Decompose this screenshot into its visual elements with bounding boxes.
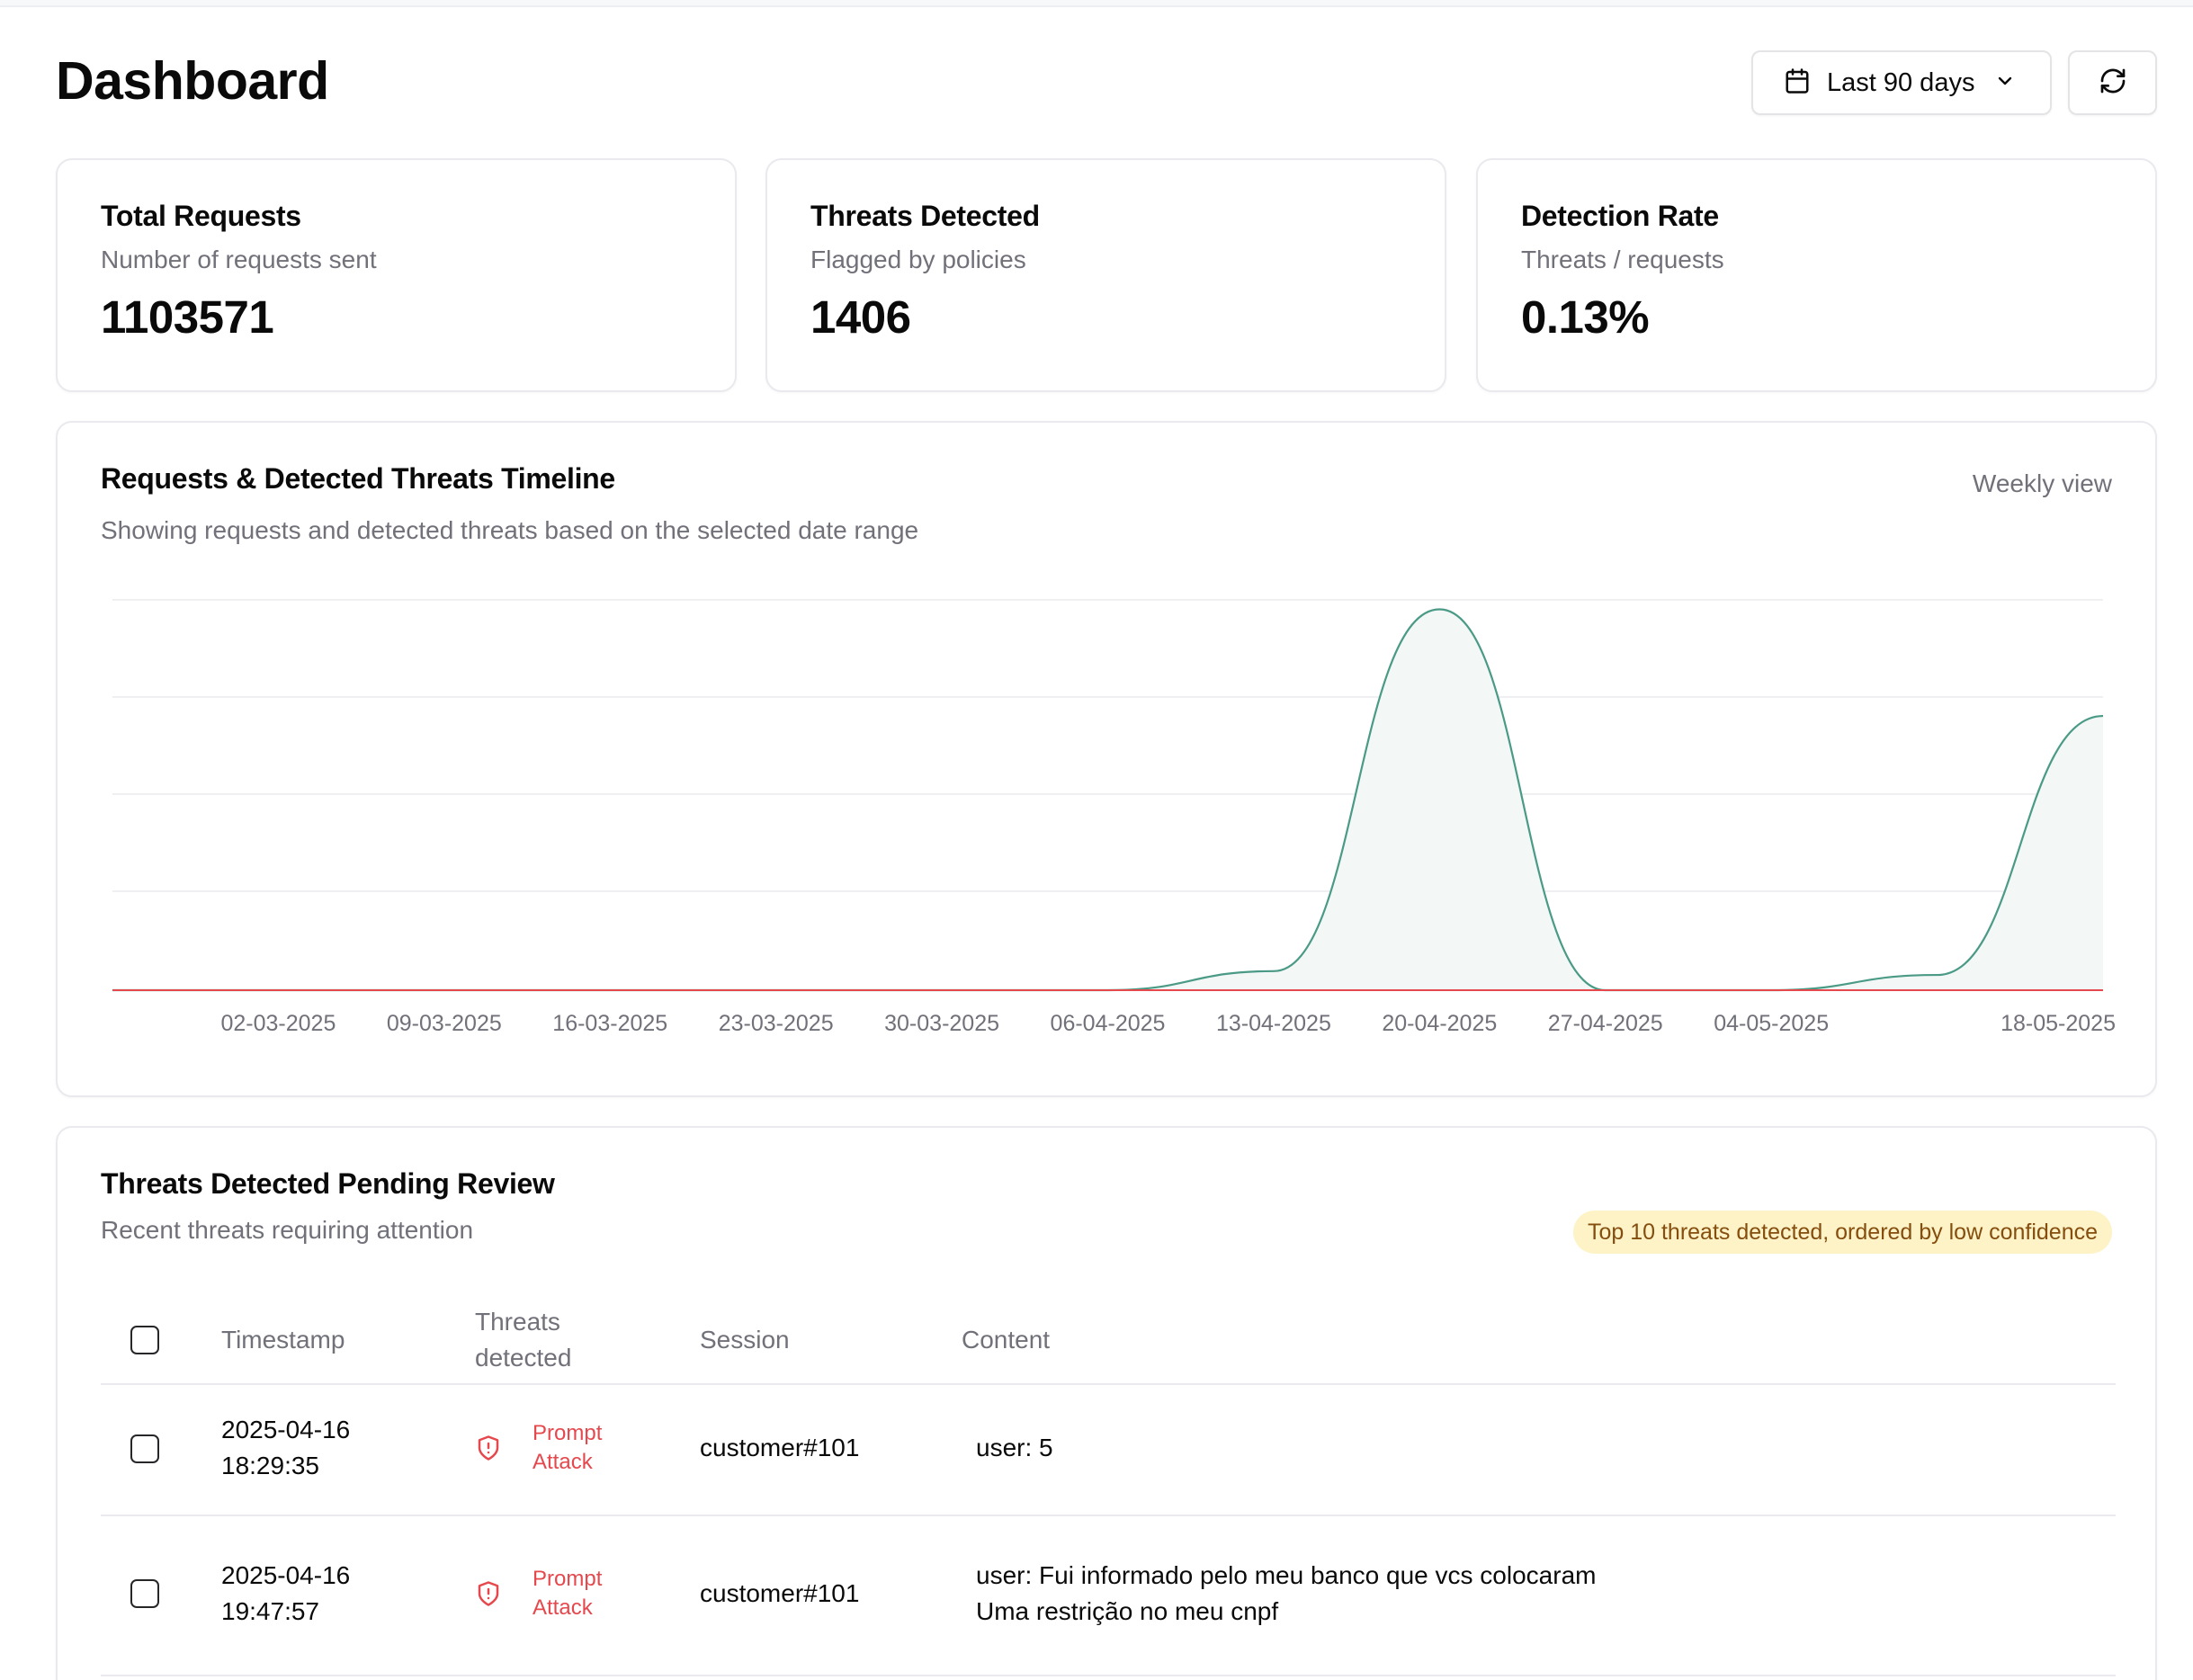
shield-alert-icon bbox=[475, 1434, 502, 1467]
row-session: customer#101 bbox=[700, 1434, 860, 1461]
calendar-icon bbox=[1784, 67, 1811, 100]
row-time: 19:47:57 bbox=[221, 1597, 319, 1625]
row-checkbox[interactable] bbox=[130, 1579, 159, 1608]
row-content-line1: user: 5 bbox=[976, 1434, 1053, 1461]
row-divider bbox=[101, 1675, 2116, 1676]
pending-title: Threats Detected Pending Review bbox=[101, 1167, 555, 1200]
x-tick-label: 27-04-2025 bbox=[1548, 1011, 1663, 1036]
stat-card-total-requests: Total Requests Number of requests sent 1… bbox=[56, 158, 737, 392]
x-tick-label: 18-05-2025 bbox=[2001, 1011, 2116, 1036]
row-date: 2025-04-16 bbox=[221, 1561, 351, 1589]
refresh-button[interactable] bbox=[2068, 50, 2157, 115]
row-threat-label: Prompt Attack bbox=[533, 1419, 602, 1477]
select-all-checkbox[interactable] bbox=[130, 1326, 159, 1354]
column-header-session[interactable]: Session bbox=[700, 1322, 790, 1358]
chevron-down-icon bbox=[1994, 70, 2016, 96]
pending-subtitle: Recent threats requiring attention bbox=[101, 1216, 474, 1244]
row-session: customer#101 bbox=[700, 1579, 860, 1607]
page-title: Dashboard bbox=[56, 51, 329, 111]
x-tick-label: 02-03-2025 bbox=[220, 1011, 336, 1036]
date-range-label: Last 90 days bbox=[1827, 67, 1975, 97]
column-header-threats-line2: detected bbox=[475, 1344, 572, 1372]
row-threat-label-line1: Prompt bbox=[533, 1567, 603, 1591]
requests-line bbox=[112, 608, 2104, 992]
stat-title: Threats Detected bbox=[810, 200, 1040, 232]
stat-title: Detection Rate bbox=[1521, 200, 1719, 232]
stat-value: 1103571 bbox=[101, 291, 274, 343]
refresh-icon bbox=[2099, 67, 2127, 100]
stat-value: 0.13% bbox=[1521, 291, 1650, 343]
column-header-threats[interactable]: Threats detected bbox=[475, 1304, 571, 1376]
row-threat-label-line2: Attack bbox=[533, 1450, 593, 1474]
x-tick-label: 06-04-2025 bbox=[1051, 1011, 1166, 1036]
row-time: 18:29:35 bbox=[221, 1452, 319, 1479]
stat-card-detection-rate: Detection Rate Threats / requests 0.13% bbox=[1476, 158, 2157, 392]
x-tick-label: 16-03-2025 bbox=[552, 1011, 667, 1036]
row-timestamp: 2025-04-16 18:29:35 bbox=[221, 1412, 350, 1484]
x-tick-label: 20-04-2025 bbox=[1382, 1011, 1497, 1036]
row-content: user: 5 bbox=[976, 1430, 1053, 1466]
row-content-line1: user: Fui informado pelo meu banco que v… bbox=[976, 1561, 1597, 1589]
date-range-button[interactable]: Last 90 days bbox=[1751, 50, 2052, 115]
x-tick-label: 30-03-2025 bbox=[884, 1011, 999, 1036]
pending-review-card: Threats Detected Pending Review Recent t… bbox=[56, 1126, 2157, 1680]
row-date: 2025-04-16 bbox=[221, 1416, 351, 1443]
row-threat-label: Prompt Attack bbox=[533, 1565, 602, 1622]
row-threat-badge: Prompt Attack bbox=[475, 1419, 602, 1477]
stat-value: 1406 bbox=[810, 291, 911, 343]
stat-subtitle: Flagged by policies bbox=[810, 246, 1026, 273]
pending-badge: Top 10 threats detected, ordered by low … bbox=[1572, 1211, 2112, 1254]
stat-subtitle: Number of requests sent bbox=[101, 246, 377, 273]
stat-title: Total Requests bbox=[101, 200, 301, 232]
row-content: user: Fui informado pelo meu banco que v… bbox=[976, 1558, 1596, 1630]
stat-card-threats-detected: Threats Detected Flagged by policies 140… bbox=[765, 158, 1446, 392]
column-header-content[interactable]: Content bbox=[962, 1322, 1050, 1358]
shield-alert-icon bbox=[475, 1579, 502, 1613]
stat-subtitle: Threats / requests bbox=[1521, 246, 1724, 273]
row-timestamp: 2025-04-16 19:47:57 bbox=[221, 1558, 350, 1630]
row-threat-badge: Prompt Attack bbox=[475, 1565, 602, 1622]
row-threat-label-line1: Prompt bbox=[533, 1421, 603, 1445]
column-header-timestamp[interactable]: Timestamp bbox=[221, 1322, 345, 1358]
column-header-threats-line1: Threats bbox=[475, 1308, 560, 1336]
row-content-line2: Uma restrição no meu cnpf bbox=[976, 1597, 1279, 1625]
x-tick-label: 13-04-2025 bbox=[1216, 1011, 1331, 1036]
x-tick-label: 04-05-2025 bbox=[1714, 1011, 1829, 1036]
timeline-card: Requests & Detected Threats Timeline Sho… bbox=[56, 421, 2157, 1097]
top-border bbox=[0, 0, 2193, 7]
requests-area bbox=[112, 609, 2103, 990]
row-checkbox[interactable] bbox=[130, 1434, 159, 1463]
row-threat-label-line2: Attack bbox=[533, 1595, 593, 1620]
x-tick-label: 23-03-2025 bbox=[719, 1011, 834, 1036]
row-divider bbox=[101, 1515, 2116, 1516]
header-divider bbox=[101, 1383, 2116, 1385]
x-tick-label: 09-03-2025 bbox=[387, 1011, 502, 1036]
timeline-chart: 02-03-2025 09-03-2025 16-03-2025 23-03-2025… bbox=[112, 599, 2116, 1036]
